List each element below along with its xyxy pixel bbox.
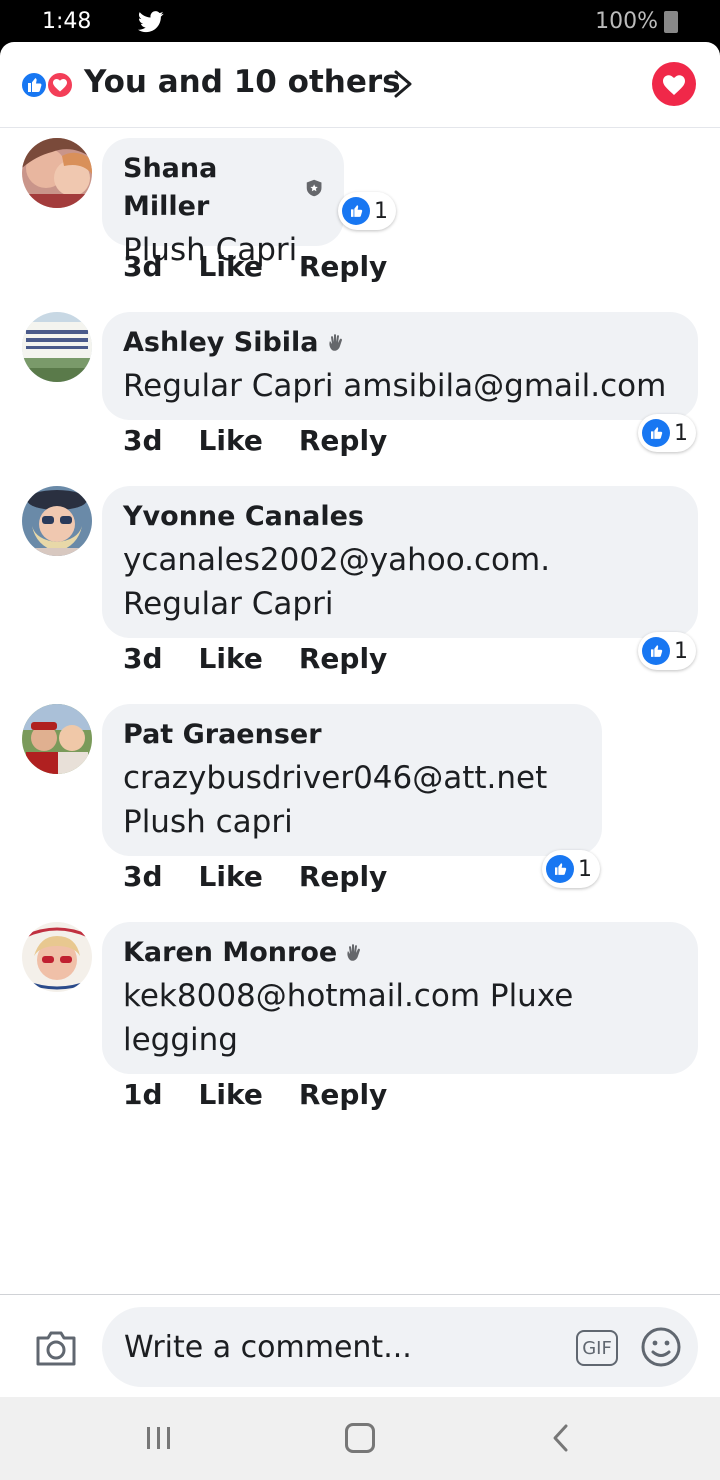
comment-actions: 3d Like Reply — [123, 860, 387, 893]
like-reaction-icon — [342, 197, 370, 225]
comment-author[interactable]: Shana Miller — [123, 150, 298, 226]
reaction-count-badge[interactable]: 1 — [638, 632, 696, 670]
comment-age: 3d — [123, 250, 163, 283]
comment-author-row: Shana Miller — [123, 150, 324, 226]
reaction-count-badge[interactable]: 1 — [338, 192, 396, 230]
reactions-header[interactable]: You and 10 others — [0, 42, 720, 128]
comment-actions: 1d Like Reply — [123, 1078, 387, 1111]
shield-badge-icon — [306, 179, 322, 197]
comment-age: 3d — [123, 860, 163, 893]
comment-bubble[interactable]: Karen Monroe kek8008@hotmail.com Pluxe l… — [102, 922, 698, 1074]
comment-author-row: Pat Graenser — [123, 716, 582, 754]
reaction-count: 1 — [674, 638, 688, 664]
love-button-icon[interactable] — [652, 62, 696, 106]
comment-text: Regular Capri amsibila@gmail.com — [123, 368, 667, 404]
avatar[interactable] — [22, 704, 92, 774]
battery-icon — [664, 11, 678, 33]
like-reaction-icon — [642, 637, 670, 665]
comment-bubble[interactable]: Yvonne Canales ycanales2002@yahoo.com. R… — [102, 486, 698, 638]
comment-text-line: legging — [123, 1022, 238, 1058]
comment-author[interactable]: Pat Graenser — [123, 716, 322, 754]
love-reaction-icon — [46, 71, 74, 99]
reaction-count: 1 — [674, 420, 688, 446]
avatar[interactable] — [22, 312, 92, 382]
comment-text: kek8008@hotmail.com Pluxe legging — [123, 974, 678, 1062]
reply-button[interactable]: Reply — [299, 860, 387, 893]
avatar[interactable] — [22, 922, 92, 992]
reaction-count-badge[interactable]: 1 — [542, 850, 600, 888]
battery-percent: 100% — [595, 9, 658, 34]
like-button[interactable]: Like — [199, 1078, 263, 1111]
comment-text-line: Regular Capri — [123, 586, 334, 622]
comment-text-line: crazybusdriver046@att.net — [123, 760, 548, 796]
like-button[interactable]: Like — [199, 860, 263, 893]
emoji-icon[interactable] — [640, 1326, 682, 1368]
comment-text-line: ycanales2002@yahoo.com. — [123, 542, 551, 578]
camera-icon[interactable] — [34, 1328, 78, 1368]
reactions-summary: You and 10 others — [84, 64, 401, 100]
comments-sheet: You and 10 others Shana Miller Plush Cap… — [0, 42, 720, 1397]
avatar[interactable] — [22, 486, 92, 556]
comment-author[interactable]: Ashley Sibila — [123, 324, 319, 362]
comment-author[interactable]: Yvonne Canales — [123, 498, 364, 536]
like-reaction-icon — [546, 855, 574, 883]
status-time: 1:48 — [42, 9, 92, 34]
like-button[interactable]: Like — [199, 250, 263, 283]
comment-age: 3d — [123, 642, 163, 675]
gif-label: GIF — [582, 1337, 612, 1359]
twitter-icon — [138, 11, 164, 33]
avatar[interactable] — [22, 138, 92, 208]
home-icon[interactable] — [345, 1423, 375, 1453]
comment-text-line: Plush capri — [123, 804, 293, 840]
comment-age: 3d — [123, 424, 163, 457]
comment-text-line: kek8008@hotmail.com Pluxe — [123, 978, 574, 1014]
reply-button[interactable]: Reply — [299, 424, 387, 457]
comment-bubble[interactable]: Pat Graenser crazybusdriver046@att.net P… — [102, 704, 602, 856]
chevron-right-icon — [394, 70, 412, 98]
back-icon[interactable] — [550, 1423, 572, 1453]
comment-author-row: Yvonne Canales — [123, 498, 678, 536]
reply-button[interactable]: Reply — [299, 1078, 387, 1111]
comment-bubble[interactable]: Ashley Sibila Regular Capri amsibila@gma… — [102, 312, 698, 420]
reply-button[interactable]: Reply — [299, 250, 387, 283]
comment-author-row: Ashley Sibila — [123, 324, 678, 362]
recent-apps-icon[interactable] — [144, 1425, 174, 1451]
status-bar: 1:48 100% — [0, 0, 720, 44]
comment-text: ycanales2002@yahoo.com. Regular Capri — [123, 538, 678, 626]
reply-button[interactable]: Reply — [299, 642, 387, 675]
comment-bubble[interactable]: Shana Miller Plush Capri — [102, 138, 344, 268]
wave-badge-icon — [328, 334, 342, 351]
reaction-count: 1 — [374, 198, 388, 224]
system-navigation-bar — [0, 1397, 720, 1480]
like-button[interactable]: Like — [199, 642, 263, 675]
comment-actions: 3d Like Reply — [123, 642, 387, 675]
reaction-count-badge[interactable]: 1 — [638, 414, 696, 452]
comment-author-row: Karen Monroe — [123, 934, 678, 972]
comment-actions: 3d Like Reply — [123, 424, 387, 457]
wave-badge-icon — [347, 944, 361, 961]
comment-author[interactable]: Karen Monroe — [123, 934, 337, 972]
like-button[interactable]: Like — [199, 424, 263, 457]
comment-text: crazybusdriver046@att.net Plush capri — [123, 756, 582, 844]
like-reaction-icon — [20, 71, 48, 99]
like-reaction-icon — [642, 419, 670, 447]
comment-age: 1d — [123, 1078, 163, 1111]
comment-composer: GIF — [0, 1294, 720, 1397]
gif-button[interactable]: GIF — [576, 1330, 618, 1366]
comment-actions: 3d Like Reply — [123, 250, 387, 283]
reaction-count: 1 — [578, 856, 592, 882]
